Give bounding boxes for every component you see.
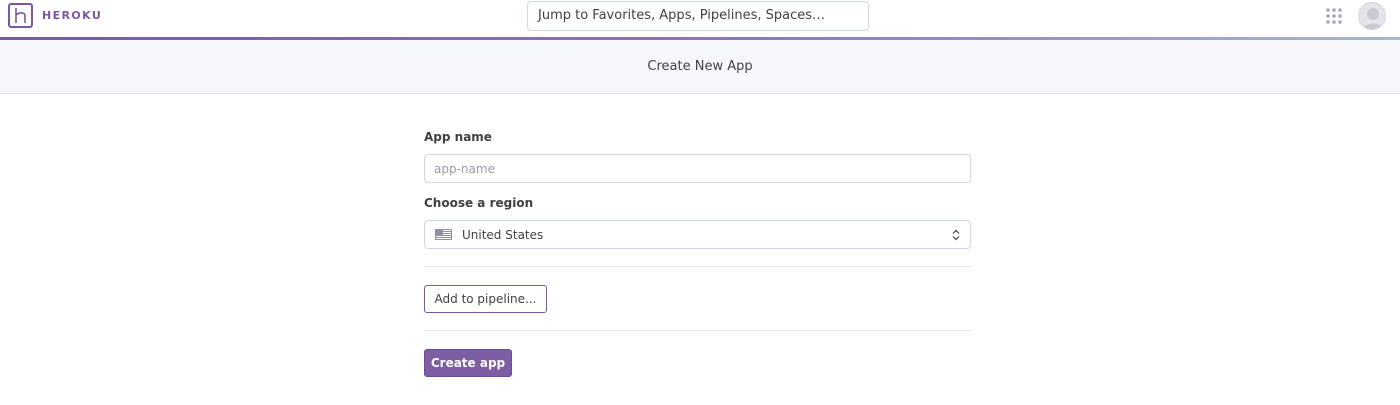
region-label: Choose a region <box>424 196 534 210</box>
page-title: Create New App <box>647 59 753 74</box>
app-name-label: App name <box>424 130 492 144</box>
us-flag-icon <box>435 229 452 240</box>
add-to-pipeline-button[interactable]: Add to pipeline... <box>424 285 547 313</box>
heroku-logo-icon <box>8 3 33 28</box>
search-placeholder: Jump to Favorites, Apps, Pipelines, Spac… <box>538 8 826 23</box>
region-select[interactable]: United States <box>424 220 971 249</box>
select-arrows-icon <box>952 229 960 240</box>
heroku-logo[interactable]: HEROKU <box>8 3 102 28</box>
create-app-button[interactable]: Create app <box>424 349 512 377</box>
top-navbar: HEROKU Jump to Favorites, Apps, Pipeline… <box>0 0 1400 37</box>
divider <box>424 266 972 267</box>
apps-grid-icon[interactable] <box>1325 7 1343 25</box>
avatar[interactable] <box>1358 2 1386 30</box>
page-title-bar: Create New App <box>0 40 1400 94</box>
search-input[interactable]: Jump to Favorites, Apps, Pipelines, Spac… <box>527 1 869 31</box>
divider <box>424 330 972 331</box>
region-value: United States <box>462 227 544 242</box>
logo-text: HEROKU <box>42 9 103 22</box>
app-name-input[interactable] <box>424 154 971 183</box>
